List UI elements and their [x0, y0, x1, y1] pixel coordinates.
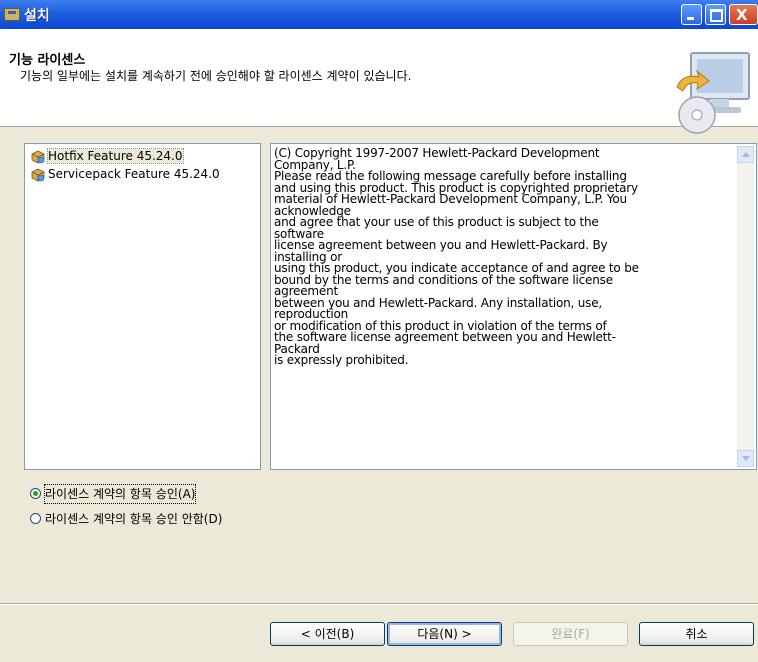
- next-button[interactable]: 다음(N) >: [387, 622, 502, 646]
- maximize-button[interactable]: [705, 4, 726, 25]
- radio-checked-icon[interactable]: [30, 488, 41, 499]
- footer-divider: [0, 603, 758, 605]
- license-line: license agreement between you and Hewlet…: [274, 238, 608, 252]
- feature-package-icon: [31, 150, 45, 163]
- accept-license-label[interactable]: 라이센스 계약의 항목 승인(A): [43, 484, 197, 504]
- minimize-button[interactable]: [681, 4, 702, 25]
- back-button[interactable]: < 이전(B): [270, 622, 385, 646]
- finish-button[interactable]: 완료(F): [513, 622, 628, 646]
- license-text-area[interactable]: (C) Copyright 1997-2007 Hewlett-Packard …: [270, 143, 757, 470]
- radio-unchecked-icon[interactable]: [30, 513, 41, 524]
- scroll-up-arrow-icon[interactable]: [737, 146, 754, 163]
- window-title: 설치: [24, 8, 50, 24]
- title-bar[interactable]: 설치: [0, 0, 758, 29]
- license-scrollbar[interactable]: [737, 146, 754, 467]
- license-line: is expressly prohibited.: [274, 353, 409, 367]
- license-line: bound by the terms and conditions of the…: [274, 272, 613, 287]
- license-line: the software license agreement between y…: [274, 330, 616, 344]
- feature-item-servicepack[interactable]: Servicepack Feature 45.24.0: [31, 166, 220, 183]
- scroll-down-arrow-icon[interactable]: [737, 450, 754, 467]
- feature-label: Servicepack Feature 45.24.0: [48, 167, 220, 181]
- page-description: 기능의 일부에는 설치를 계속하기 전에 승인해야 할 라이센스 계약이 있습니…: [20, 69, 412, 83]
- license-text: (C) Copyright 1997-2007 Hewlett-Packard …: [274, 147, 734, 367]
- cancel-button[interactable]: 취소: [639, 622, 754, 646]
- license-line: and agree that your use of this product …: [274, 215, 599, 229]
- decline-license-label[interactable]: 라이센스 계약의 항목 승인 안함(D): [45, 510, 222, 528]
- feature-list[interactable]: Hotfix Feature 45.24.0 Servicepack Featu…: [24, 143, 261, 470]
- install-wizard-icon: [676, 52, 750, 134]
- header-banner: 기능 라이센스 기능의 일부에는 설치를 계속하기 전에 승인해야 할 라이센스…: [0, 29, 758, 134]
- feature-package-icon: [31, 168, 45, 181]
- feature-item-hotfix[interactable]: Hotfix Feature 45.24.0: [31, 148, 184, 165]
- page-heading: 기능 라이센스: [9, 53, 86, 68]
- feature-label: Hotfix Feature 45.24.0: [47, 148, 184, 164]
- installer-app-icon: [4, 8, 20, 21]
- close-button[interactable]: [729, 4, 758, 25]
